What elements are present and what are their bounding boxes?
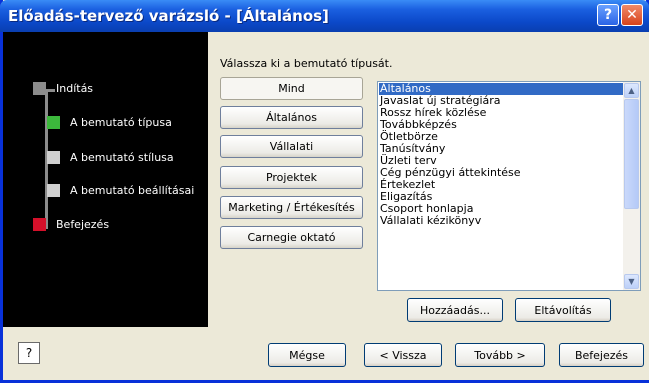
scroll-up-button[interactable]: ▲ — [624, 83, 639, 98]
back-button[interactable]: < Vissza — [364, 343, 442, 367]
title-bar[interactable]: Előadás-tervező varázsló - [Általános] ?… — [0, 0, 649, 32]
wizard-steps-sidebar: Indítás A bemutató típusa A bemutató stí… — [3, 32, 208, 327]
category-marketing-button[interactable]: Marketing / Értékesítés — [220, 196, 363, 219]
list-items: Általános Javaslat új stratégiára Rossz … — [379, 83, 623, 227]
help-button[interactable]: ? — [18, 342, 40, 364]
step-presentation-style-marker — [47, 150, 60, 164]
title-help-button[interactable]: ? — [597, 4, 619, 26]
chevron-up-icon: ▲ — [628, 86, 635, 95]
content-panel: Válassza ki a bemutató típusát. Mind Ált… — [208, 32, 649, 327]
help-icon: ? — [25, 346, 33, 360]
remove-button[interactable]: Eltávolítás — [515, 298, 611, 322]
step-presentation-options-label: A bemutató beállításai — [70, 183, 195, 197]
step-presentation-style[interactable]: A bemutató stílusa — [47, 149, 174, 165]
window-title: Előadás-tervező varázsló - [Általános] — [8, 7, 329, 25]
question-icon: ? — [603, 7, 613, 23]
step-finish-label: Befejezés — [56, 217, 110, 231]
step-presentation-options[interactable]: A bemutató beállításai — [47, 182, 194, 198]
step-presentation-style-label: A bemutató stílusa — [70, 150, 174, 164]
step-start-marker — [33, 81, 46, 95]
add-button[interactable]: Hozzáadás... — [407, 298, 503, 322]
step-presentation-type-label: A bemutató típusa — [70, 115, 172, 129]
step-presentation-type-marker — [47, 115, 60, 129]
category-corporate-button[interactable]: Vállalati — [220, 135, 363, 158]
presentation-type-prompt: Válassza ki a bemutató típusát. — [220, 57, 393, 70]
step-presentation-options-marker — [47, 183, 60, 197]
list-scrollbar[interactable]: ▲ ▼ — [623, 82, 640, 290]
presentation-type-list[interactable]: Általános Javaslat új stratégiára Rossz … — [377, 81, 641, 291]
next-button[interactable]: Tovább > — [455, 343, 545, 367]
category-general-button[interactable]: Általános — [220, 106, 363, 129]
step-finish[interactable]: Befejezés — [33, 216, 109, 232]
list-item[interactable]: Vállalati kézikönyv — [379, 215, 623, 227]
scroll-thumb[interactable] — [624, 99, 639, 209]
step-finish-marker — [33, 217, 46, 231]
category-carnegie-button[interactable]: Carnegie oktató — [220, 226, 363, 249]
chevron-down-icon: ▼ — [628, 277, 635, 286]
category-projects-button[interactable]: Projektek — [220, 166, 363, 189]
step-presentation-type[interactable]: A bemutató típusa — [47, 114, 172, 130]
cancel-button[interactable]: Mégse — [268, 343, 346, 367]
close-button[interactable]: ✕ — [621, 4, 643, 26]
scroll-down-button[interactable]: ▼ — [624, 274, 639, 289]
finish-button[interactable]: Befejezés — [559, 343, 644, 367]
close-icon: ✕ — [626, 7, 638, 23]
footer-bar: ? Mégse < Vissza Tovább > Befejezés — [3, 327, 649, 380]
step-start-label: Indítás — [56, 81, 94, 95]
category-all-button[interactable]: Mind — [220, 77, 363, 100]
wizard-window: Előadás-tervező varázsló - [Általános] ?… — [0, 0, 649, 383]
step-start[interactable]: Indítás — [33, 80, 93, 96]
